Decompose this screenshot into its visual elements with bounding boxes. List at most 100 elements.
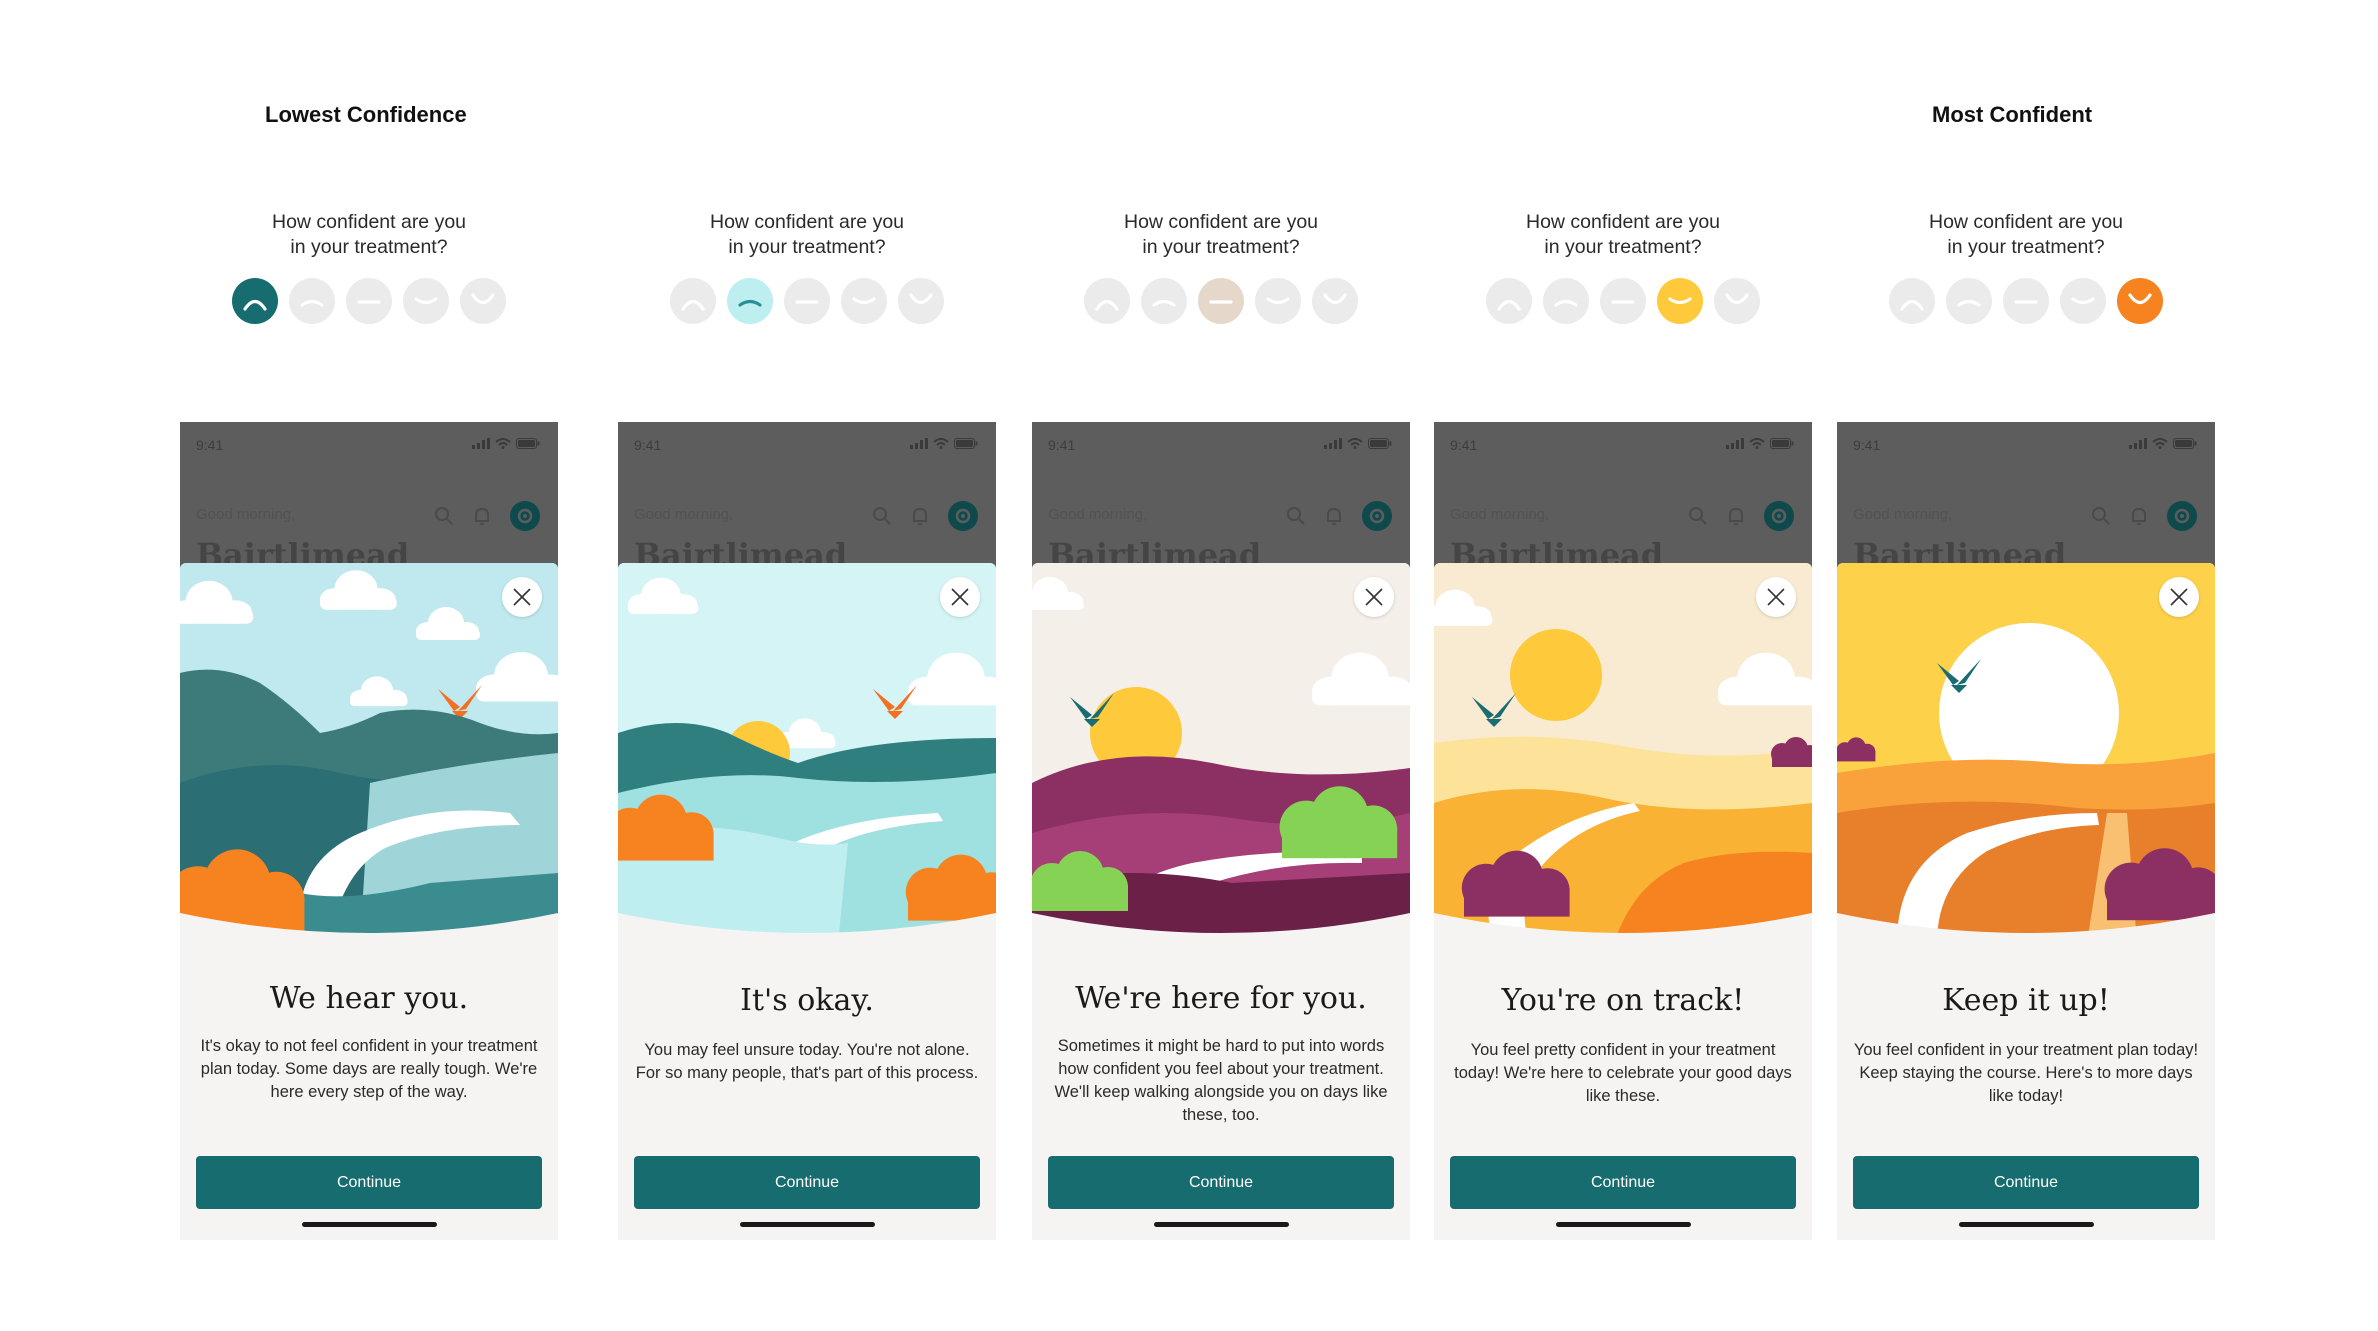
bell-icon[interactable] <box>2129 506 2149 526</box>
very-happy-face-icon[interactable] <box>898 278 944 324</box>
sad-face-icon[interactable] <box>1543 278 1589 324</box>
happy-face-icon[interactable] <box>403 278 449 324</box>
continue-button[interactable]: Continue <box>1853 1156 2199 1209</box>
home-indicator <box>1959 1222 2094 1227</box>
neutral-face-icon[interactable] <box>1198 278 1244 324</box>
settings-gear-icon[interactable] <box>2167 501 2197 531</box>
bell-icon[interactable] <box>910 506 930 526</box>
very-sad-face-icon[interactable] <box>670 278 716 324</box>
close-button[interactable] <box>940 577 980 617</box>
close-icon <box>2170 588 2188 606</box>
neutral-face-icon[interactable] <box>784 278 830 324</box>
close-icon <box>513 588 531 606</box>
happy-face-icon[interactable] <box>2060 278 2106 324</box>
confidence-question: How confident are you in your treatment? <box>1928 211 2124 258</box>
bell-icon[interactable] <box>472 506 492 526</box>
very-sad-face-icon[interactable] <box>1889 278 1935 324</box>
greeting-text: Good morning, <box>1450 506 1550 523</box>
search-icon[interactable] <box>1688 506 1708 526</box>
neutral-face-icon[interactable] <box>346 278 392 324</box>
mood-illustration <box>1837 563 2215 943</box>
header-actions <box>872 501 978 531</box>
confidence-question: How confident are you in your treatment? <box>271 211 467 258</box>
feedback-sheet: It's okay. You may feel unsure today. Yo… <box>618 563 996 1240</box>
very-happy-face-icon[interactable] <box>1312 278 1358 324</box>
close-button[interactable] <box>2159 577 2199 617</box>
close-icon <box>1767 588 1785 606</box>
home-indicator <box>740 1222 875 1227</box>
settings-gear-icon[interactable] <box>510 501 540 531</box>
very-happy-face-icon[interactable] <box>1714 278 1760 324</box>
status-time: 9:41 <box>1853 437 1881 453</box>
sheet-title: You're on track! <box>1501 983 1745 1018</box>
wifi-icon <box>1347 438 1363 449</box>
home-indicator <box>1154 1222 1289 1227</box>
sheet-body: Sometimes it might be hard to put into w… <box>1054 1037 1388 1124</box>
confidence-rating <box>1032 278 1410 324</box>
header-actions <box>1688 501 1794 531</box>
continue-button[interactable]: Continue <box>196 1156 542 1209</box>
sad-face-icon[interactable] <box>289 278 335 324</box>
greeting-text: Good morning, <box>196 506 296 523</box>
very-happy-face-icon[interactable] <box>2117 278 2163 324</box>
confidence-question: How confident are you in your treatment? <box>709 211 905 258</box>
happy-face-icon[interactable] <box>1255 278 1301 324</box>
mood-illustration <box>1032 563 1410 943</box>
happy-face-icon[interactable] <box>1657 278 1703 324</box>
close-button[interactable] <box>1756 577 1796 617</box>
mood-illustration <box>618 563 996 943</box>
bell-icon[interactable] <box>1324 506 1344 526</box>
sad-face-icon[interactable] <box>727 278 773 324</box>
sheet-body: You feel confident in your treatment pla… <box>1853 1041 2199 1105</box>
phone-screen: 9:41 Good morning, Bairtlimead <box>180 422 558 1240</box>
close-button[interactable] <box>502 577 542 617</box>
sheet-title: We're here for you. <box>1075 981 1367 1016</box>
very-sad-face-icon[interactable] <box>232 278 278 324</box>
confidence-question: How confident are you in your treatment? <box>1123 211 1319 258</box>
battery-icon <box>2173 438 2197 449</box>
settings-gear-icon[interactable] <box>1362 501 1392 531</box>
feedback-sheet: Keep it up! You feel confident in your t… <box>1837 563 2215 1240</box>
battery-icon <box>1770 438 1794 449</box>
confidence-question: How confident are you in your treatment? <box>1525 211 1721 258</box>
battery-icon <box>1368 438 1392 449</box>
sheet-title: It's okay. <box>740 983 874 1018</box>
sad-face-icon[interactable] <box>1141 278 1187 324</box>
screen-column-2: How confident are you in your treatment?… <box>618 0 996 1331</box>
close-button[interactable] <box>1354 577 1394 617</box>
happy-face-icon[interactable] <box>841 278 887 324</box>
search-icon[interactable] <box>872 506 892 526</box>
continue-button[interactable]: Continue <box>1048 1156 1394 1209</box>
home-indicator <box>302 1222 437 1227</box>
very-sad-face-icon[interactable] <box>1084 278 1130 324</box>
bell-icon[interactable] <box>1726 506 1746 526</box>
background-home-screen: 9:41 Good morning, Bairtlimead <box>180 422 558 574</box>
screen-column-1: How confident are you in your treatment?… <box>180 0 558 1331</box>
settings-gear-icon[interactable] <box>1764 501 1794 531</box>
screen-column-4: How confident are you in your treatment?… <box>1434 0 1812 1331</box>
continue-button[interactable]: Continue <box>634 1156 980 1209</box>
screen-column-3: How confident are you in your treatment?… <box>1032 0 1410 1331</box>
battery-icon <box>954 438 978 449</box>
neutral-face-icon[interactable] <box>2003 278 2049 324</box>
background-home-screen: 9:41 Good morning, Bairtlimead <box>618 422 996 574</box>
background-home-screen: 9:41 Good morning, Bairtlimead <box>1837 422 2215 574</box>
very-happy-face-icon[interactable] <box>460 278 506 324</box>
mood-illustration <box>1434 563 1812 943</box>
screen-column-5: How confident are you in your treatment?… <box>1837 0 2215 1331</box>
feedback-sheet: We hear you. It's okay to not feel confi… <box>180 563 558 1240</box>
search-icon[interactable] <box>1286 506 1306 526</box>
very-sad-face-icon[interactable] <box>1486 278 1532 324</box>
search-icon[interactable] <box>434 506 454 526</box>
settings-gear-icon[interactable] <box>948 501 978 531</box>
search-icon[interactable] <box>2091 506 2111 526</box>
continue-button[interactable]: Continue <box>1450 1156 1796 1209</box>
sad-face-icon[interactable] <box>1946 278 1992 324</box>
feedback-sheet: You're on track! You feel pretty confide… <box>1434 563 1812 1240</box>
signal-icon <box>910 438 928 449</box>
feedback-sheet: We're here for you. Sometimes it might b… <box>1032 563 1410 1240</box>
sheet-body: You may feel unsure today. You're not al… <box>635 1041 979 1082</box>
neutral-face-icon[interactable] <box>1600 278 1646 324</box>
confidence-rating <box>1837 278 2215 324</box>
background-home-screen: 9:41 Good morning, Bairtlimead <box>1032 422 1410 574</box>
